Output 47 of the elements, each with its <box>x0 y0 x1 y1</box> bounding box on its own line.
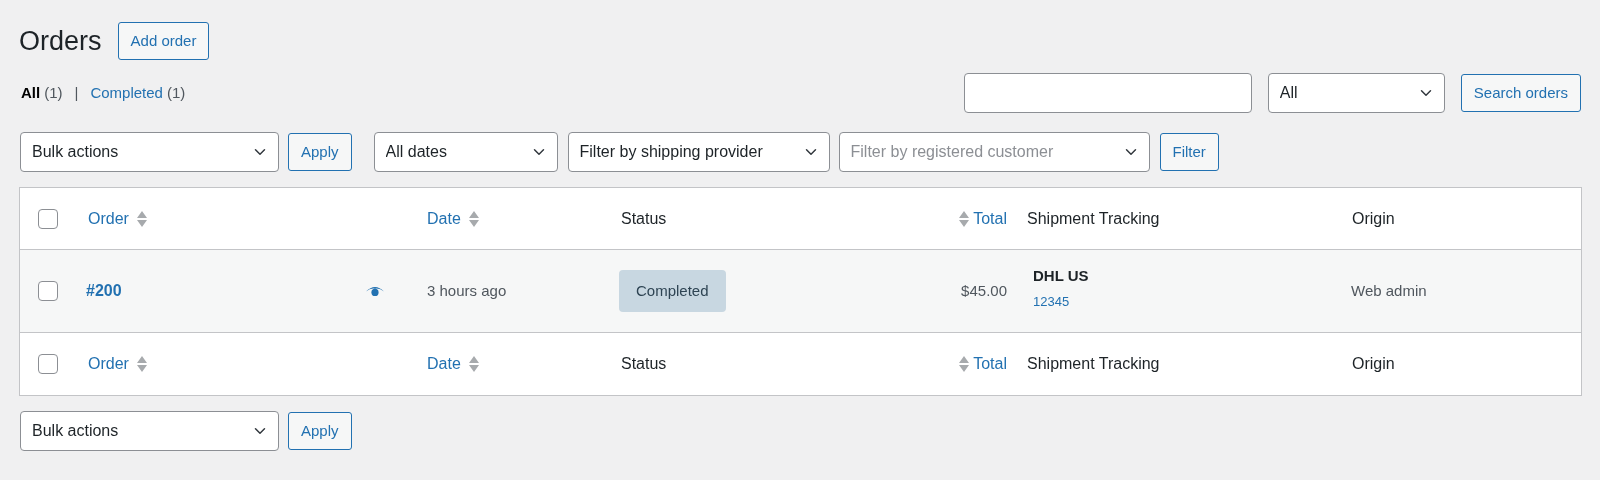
select-all-checkbox[interactable] <box>38 208 58 229</box>
view-count: (1) <box>44 82 63 103</box>
column-header[interactable]: Date <box>427 206 461 231</box>
order-link[interactable]: #200 <box>86 282 122 299</box>
apply-button[interactable]: Apply <box>288 412 352 450</box>
row-checkbox[interactable] <box>38 281 58 301</box>
select-all-checkbox[interactable] <box>38 354 58 374</box>
column-header: Origin <box>1352 354 1395 374</box>
view-link[interactable]: Completed <box>90 81 163 105</box>
column-header: Shipment Tracking <box>1027 208 1160 229</box>
view-link[interactable]: All <box>21 81 41 105</box>
eye-icon[interactable] <box>366 285 384 297</box>
view-separator: | <box>74 82 79 103</box>
bulk-actions-select[interactable]: Bulk actions <box>20 132 279 172</box>
sort-icon <box>959 356 970 372</box>
column-header[interactable]: Total <box>973 206 1007 231</box>
order-origin: Web admin <box>1351 282 1427 299</box>
order-date: 3 hours ago <box>427 282 507 299</box>
sort-icon <box>468 356 479 372</box>
column-header: Status <box>621 208 667 229</box>
shipping-provider-select[interactable]: Filter by shipping provider <box>567 132 830 172</box>
apply-button[interactable]: Apply <box>288 133 352 171</box>
column-header[interactable]: Date <box>427 352 461 376</box>
filter-button[interactable]: Filter <box>1159 133 1219 171</box>
sort-icon <box>468 210 479 227</box>
page-title: Orders <box>19 24 102 58</box>
carrier-name: DHL US <box>1033 266 1090 286</box>
column-header[interactable]: Order <box>88 206 129 231</box>
tracking-link[interactable]: 12345 <box>1033 291 1070 311</box>
order-total: $45.00 <box>961 282 1007 299</box>
date-select[interactable]: All dates <box>373 132 558 172</box>
search-field[interactable] <box>963 73 1252 113</box>
column-header: Shipment Tracking <box>1027 354 1160 374</box>
column-header[interactable]: Order <box>88 352 129 376</box>
view-count: (1) <box>166 82 186 103</box>
bulk-actions-select[interactable]: Bulk actions <box>20 411 279 451</box>
search-type-select[interactable]: All <box>1267 73 1445 113</box>
column-header: Origin <box>1352 208 1395 229</box>
sort-icon <box>959 210 970 227</box>
customer-select[interactable]: Filter by registered customer <box>838 132 1150 172</box>
search-orders-button[interactable]: Search orders <box>1460 74 1581 112</box>
column-header[interactable]: Total <box>973 352 1007 376</box>
sort-icon <box>136 356 147 372</box>
add-order-button[interactable]: Add order <box>117 22 210 60</box>
column-header: Status <box>621 354 667 374</box>
status-badge: Completed <box>619 270 726 312</box>
sort-icon <box>136 210 147 227</box>
